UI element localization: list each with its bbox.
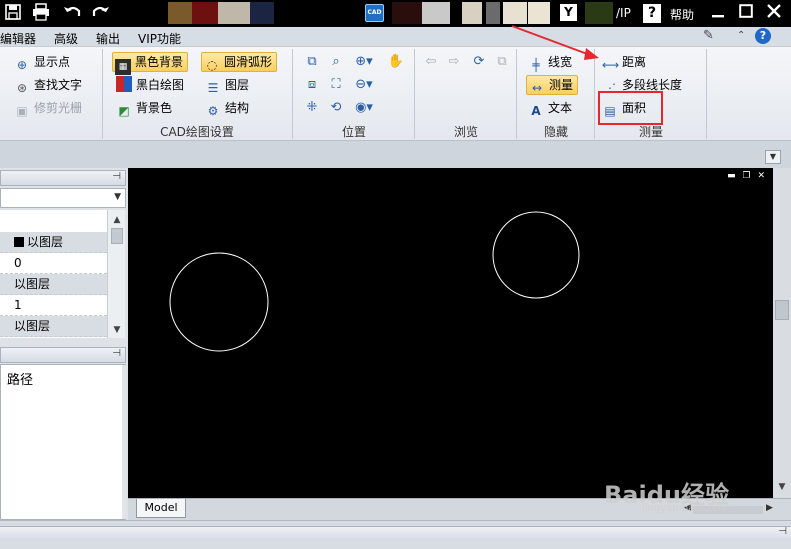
- color-swatch: [14, 237, 24, 247]
- scroll-right-icon[interactable]: ▶: [766, 503, 773, 513]
- drawn-circle-right[interactable]: [492, 211, 580, 299]
- drawing-layer: [169, 211, 580, 352]
- scroll-thumb[interactable]: [775, 300, 789, 320]
- table-row[interactable]: 0: [0, 253, 107, 274]
- scroll-down-icon[interactable]: ▼: [773, 482, 791, 496]
- pin-icon[interactable]: ⊣: [112, 348, 121, 359]
- table-row[interactable]: 以图层: [0, 232, 107, 253]
- chevron-down-icon[interactable]: ▼: [114, 192, 121, 202]
- scroll-thumb[interactable]: [111, 228, 123, 244]
- model-tab[interactable]: Model: [136, 499, 186, 518]
- properties-panel-header: ⊣: [0, 170, 126, 186]
- drawn-circle-left[interactable]: [169, 252, 269, 352]
- table-row[interactable]: 以图层: [0, 274, 107, 295]
- scroll-down-icon[interactable]: ▼: [108, 322, 126, 338]
- annotation-arrowhead: [584, 48, 599, 60]
- table-row[interactable]: 1: [0, 295, 107, 316]
- panel-divider: [122, 365, 126, 519]
- path-panel: 路径: [0, 364, 126, 520]
- annotation-arrow-line: [511, 25, 591, 56]
- canvas-vertical-scrollbar[interactable]: ▼: [773, 168, 791, 498]
- properties-table: 以图层 0 以图层 1 以图层: [0, 210, 107, 338]
- path-label: 路径: [7, 373, 34, 388]
- pin-icon[interactable]: ⊣: [112, 171, 121, 182]
- properties-selector[interactable]: ▼: [0, 188, 126, 208]
- chevron-down-icon[interactable]: ▼: [765, 150, 781, 164]
- baidu-watermark-url: jingyan.baidu.com: [642, 503, 735, 514]
- scroll-up-icon[interactable]: ▲: [108, 212, 126, 228]
- path-panel-header: ⊣: [0, 347, 126, 363]
- document-tab-strip: [0, 141, 791, 168]
- properties-scrollbar[interactable]: ▲ ▼: [107, 210, 125, 338]
- table-row[interactable]: 以图层: [0, 316, 107, 337]
- command-panel-header: ⊣: [0, 526, 791, 540]
- pin-icon[interactable]: ⊣: [778, 526, 787, 537]
- drawing-canvas[interactable]: ▬ ❐ ✕: [128, 168, 773, 498]
